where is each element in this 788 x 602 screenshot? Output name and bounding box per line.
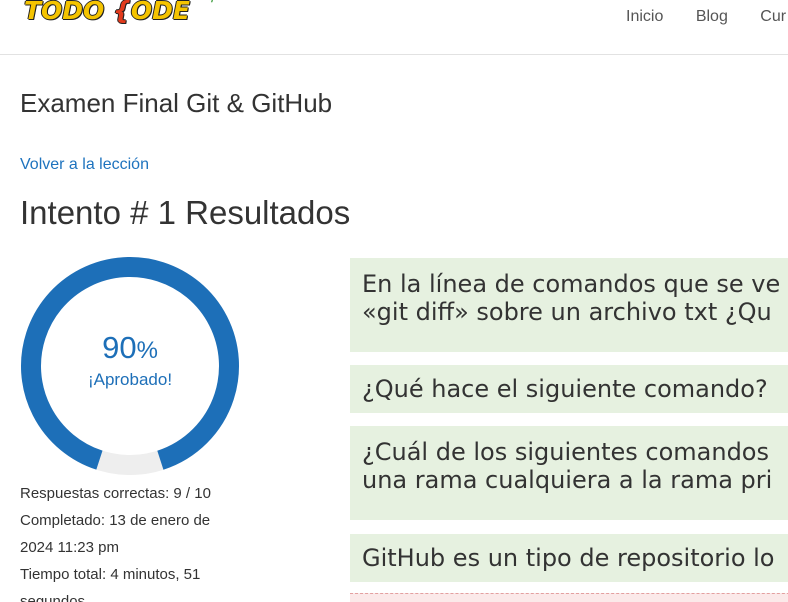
main-nav: Inicio Blog Cur [626, 8, 788, 26]
back-to-lesson-link[interactable]: Volver a la lección [20, 156, 149, 174]
exam-title: Examen Final Git & GitHub [20, 88, 333, 118]
correct-answers-stat: Respuestas correctas: 9 / 10 [20, 485, 211, 502]
question-item[interactable]: GitHub es un tipo de repositorio lo [350, 534, 788, 582]
pass-status: ¡Aprobado! [87, 370, 173, 389]
question-item[interactable]: En la línea de comandos que se ve «git d… [350, 258, 788, 352]
total-time-stat: Tiempo total: 4 minutos, 51 segundos [20, 566, 201, 602]
site-logo[interactable]: TODO {ODE ‹/› [24, 0, 220, 36]
question-text: «git diff» sobre un archivo txt ¿Qu [362, 298, 772, 326]
question-item[interactable]: ¿Qué hace el siguiente comando? [350, 365, 788, 413]
completed-date-stat: Completado: 13 de enero de 2024 11:23 pm [20, 512, 211, 556]
question-item[interactable]: ¿Cuál de los siguientes comandos una ram… [350, 426, 788, 520]
nav-link-blog[interactable]: Blog [696, 8, 728, 26]
question-text: ¿Cuál de los siguientes comandos [362, 438, 769, 466]
score-ring: 90% ¡Aprobado! [20, 256, 240, 476]
question-item-incorrect[interactable] [350, 593, 788, 602]
page: TODO {ODE ‹/› Inicio Blog Cur Examen Fin… [0, 0, 788, 602]
question-text: GitHub es un tipo de repositorio lo [362, 544, 775, 572]
nav-link-inicio[interactable]: Inicio [626, 8, 663, 26]
leaf-icon: ‹/› [206, 0, 220, 4]
score-percent: 90% [102, 330, 158, 365]
question-text: una rama cualquiera a la rama pri [362, 466, 773, 494]
question-text: En la línea de comandos que se ve [362, 270, 781, 298]
nav-link-cursos[interactable]: Cur [760, 8, 786, 26]
question-text: ¿Qué hace el siguiente comando? [362, 375, 768, 403]
result-stats: Respuestas correctas: 9 / 10 Completado:… [20, 480, 240, 602]
attempt-title: Intento # 1 Resultados [20, 194, 351, 231]
score-ring-label: 90% ¡Aprobado! [20, 256, 240, 476]
site-header: TODO {ODE ‹/› Inicio Blog Cur [0, 0, 788, 55]
